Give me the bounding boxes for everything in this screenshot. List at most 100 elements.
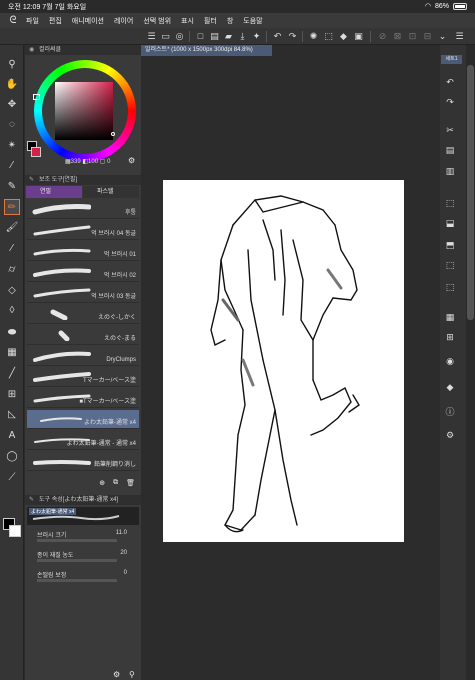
zoom-icon[interactable]: ⚲ [4,57,20,73]
panel-settings-icon[interactable]: ⚙ [113,670,120,679]
saturation-square[interactable] [55,82,113,140]
set-tab[interactable]: 세트1 [441,55,462,64]
menu-file[interactable]: 파일 [26,16,39,26]
brush-item[interactable]: 억 브러시 01 [27,242,139,261]
fill-icon[interactable]: ◆ [338,31,349,42]
brush-icon[interactable]: 🖌 [4,220,20,236]
new-file-icon[interactable]: □ [195,31,206,42]
menu-selection[interactable]: 선택 범위 [143,16,171,26]
menu-view[interactable]: 표시 [181,16,194,26]
line-icon[interactable]: ╱ [4,366,20,382]
collapse-icon[interactable]: ⌄ [437,31,448,42]
info-icon[interactable]: ⓘ [443,405,457,419]
camera-icon[interactable]: ◉ [443,354,457,368]
more-icon[interactable]: ☰ [454,31,465,42]
brush-item[interactable]: よわ太鉛筆-通常 x4 [27,410,139,429]
brush-size-row[interactable]: 브러시 크기 11.0 [29,530,139,548]
clear-icon[interactable]: ⊘ [377,31,388,42]
menu-icon[interactable]: ☰ [146,31,157,42]
layer-icon[interactable]: ⊞ [443,330,457,344]
paste-icon[interactable]: ▥ [443,164,457,178]
undo-side-icon[interactable]: ↶ [443,75,457,89]
scale-icon[interactable]: ⬓ [443,216,457,230]
add-icon[interactable]: ⊕ [99,479,105,491]
sub-color-swatch-2[interactable] [31,147,41,157]
blend-icon[interactable]: ◊ [4,303,20,319]
invert-icon[interactable]: ⊟ [422,31,433,42]
crop-icon[interactable]: ⊠ [392,31,403,42]
airbrush-icon[interactable]: ⌭ [4,262,20,278]
fill-bucket-icon[interactable]: ⬬ [4,325,20,341]
tab-pastel[interactable]: 파스텔 [83,186,139,198]
menu-filter[interactable]: 필터 [204,16,217,26]
redo-icon[interactable]: ↷ [287,31,298,42]
app-logo-icon[interactable]: ᘓ [0,15,26,26]
rotate-icon[interactable]: ⬒ [443,238,457,252]
grid-icon[interactable]: ▦ [443,310,457,324]
menu-window[interactable]: 창 [227,16,233,26]
ruler-icon[interactable]: ◺ [4,407,20,423]
brush-item[interactable]: 후퉁 [27,200,139,219]
gradient-icon[interactable]: ▦ [4,345,20,361]
brush-item[interactable]: 억 브러시 03 동글 [27,284,139,303]
copy-side-icon[interactable]: ▤ [443,143,457,157]
brush-item[interactable]: 鉛筆削鋼り消し [27,452,139,471]
menu-edit[interactable]: 편집 [49,16,62,26]
canvas-paper[interactable] [163,180,404,542]
export-icon[interactable]: ⤓ [237,31,248,42]
paper-texture-row[interactable]: 종이 재질 농도 20 [29,550,139,568]
undo-icon[interactable]: ↶ [272,31,283,42]
open-icon[interactable]: ▰ [223,31,234,42]
copy-icon[interactable]: ⧉ [113,479,118,491]
eyedropper-icon[interactable]: ⁄ [4,158,20,174]
lasso-icon[interactable]: ◌ [4,117,20,133]
settings-side-icon[interactable]: ⚙ [443,428,457,442]
deselect-icon[interactable]: ⊡ [407,31,418,42]
eraser-icon[interactable]: ◇ [4,283,20,299]
hand-icon[interactable]: ✋ [4,77,20,93]
menu-help[interactable]: 도움말 [243,16,262,26]
color-settings-icon[interactable]: ⚙ [128,156,135,165]
delete-icon[interactable]: 🗑 [126,479,135,491]
brush-item[interactable]: えのぐ-しかく [27,305,139,324]
transform-icon[interactable]: ▣ [353,31,364,42]
correction-icon[interactable]: ⟋ [4,470,20,486]
document-tab[interactable]: 일러스트* (1000 x 1500px 300dpi 84.8%) [141,45,272,56]
marker-icon[interactable]: ⁄ [4,241,20,257]
hue-marker[interactable] [33,94,40,100]
move-icon[interactable]: ✥ [4,97,20,113]
stabilization-row[interactable]: 손떨림 보정 0 [29,570,139,588]
brush-item[interactable]: ■Tマーカー/ベース塗 [27,389,139,408]
pen-icon[interactable]: ✎ [4,179,20,195]
invert-side-icon[interactable]: ⬚ [443,280,457,294]
fill-side-icon[interactable]: ◆ [443,380,457,394]
transform-side-icon[interactable]: ⬚ [443,196,457,210]
settings-icon[interactable]: ✦ [251,31,262,42]
brush-item[interactable]: 억 브러시 04 동글 [27,221,139,240]
balloon-icon[interactable]: ◯ [4,449,20,465]
text-icon[interactable]: A [4,428,20,444]
brush-item[interactable]: 억 브러시 02 [27,263,139,282]
menu-animation[interactable]: 애니메이션 [72,16,104,26]
loading-icon[interactable]: ✺ [308,31,319,42]
menu-layer[interactable]: 레이어 [114,16,133,26]
panel-search-icon[interactable]: ⚲ [129,670,135,679]
brush-item[interactable]: DryClumps [27,347,139,366]
frame-icon[interactable]: ⊞ [4,387,20,403]
redo-side-icon[interactable]: ↷ [443,95,457,109]
sub-color-swatch[interactable] [9,525,21,537]
save-icon[interactable]: ▤ [209,31,220,42]
brush-item[interactable]: えのぐ-まる [27,326,139,345]
select-icon[interactable]: ⬚ [323,31,334,42]
pencil-icon[interactable]: ✏ [4,199,20,215]
tablet-icon[interactable]: ▭ [160,31,171,42]
cut-icon[interactable]: ✂ [443,123,457,137]
brush-item[interactable]: よわ太鉛筆-通常 - 通常 x4 [27,431,139,450]
tab-pencil[interactable]: 연필 [26,186,82,198]
select-all-icon[interactable]: ⬚ [443,258,457,272]
view-icon[interactable]: ◎ [174,31,185,42]
wand-icon[interactable]: ✴ [4,138,20,154]
scrollbar-thumb[interactable] [467,65,474,320]
sv-marker[interactable] [111,132,115,136]
brush-item[interactable]: Tマーカー/ベース塗 [27,368,139,387]
